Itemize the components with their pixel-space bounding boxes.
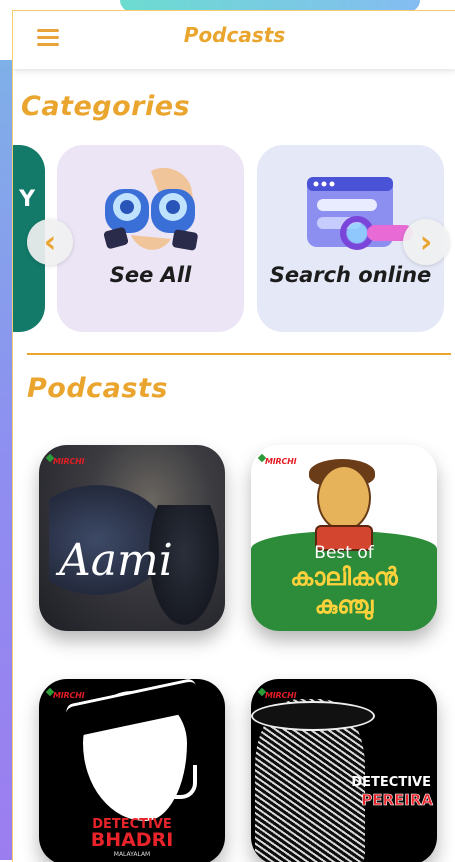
page-title: Podcasts [183, 23, 286, 47]
podcast-card-detective-bhadri[interactable]: MIRCHI DETECTIVE BHADRI MALAYALAM [39, 679, 225, 862]
podcast-card-kaalikan-kunju[interactable]: MIRCHI Best of കാലികൻ കുഞ്ചു [251, 445, 437, 631]
pipe-icon [159, 765, 197, 799]
mirchi-logo: MIRCHI [53, 691, 85, 700]
podcast-language: MALAYALAM [113, 851, 151, 858]
character-illustration [317, 465, 371, 531]
podcast-title: PEREIRA [361, 791, 433, 810]
app-frame: Podcasts Categories Y See All Search onl… [12, 10, 455, 862]
mirchi-logo: MIRCHI [265, 457, 297, 466]
mirchi-logo: MIRCHI [53, 457, 85, 466]
app-bar: Podcasts [13, 11, 455, 69]
podcast-title: Aami [59, 535, 173, 586]
podcast-title: കാലികൻ കുഞ്ചു [290, 563, 398, 619]
categories-carousel[interactable]: Y See All Search online ‹ › [13, 145, 455, 335]
podcast-card-detective-pereira[interactable]: MIRCHI DETECTIVE PEREIRA [251, 679, 437, 862]
podcast-subtitle: Best of [314, 543, 374, 563]
category-card-partial-label: Y [19, 187, 35, 212]
mirchi-logo: MIRCHI [265, 691, 297, 700]
binoculars-icon [103, 167, 198, 251]
categories-heading: Categories [21, 91, 191, 122]
podcasts-heading: Podcasts [27, 373, 168, 404]
category-card-see-all[interactable]: See All [57, 145, 244, 332]
podcast-card-aami[interactable]: MIRCHI Aami [39, 445, 225, 631]
category-label-search-online: Search online [269, 263, 432, 287]
section-divider [27, 353, 451, 355]
chevron-right-icon: › [419, 224, 433, 260]
carousel-prev-button[interactable]: ‹ [27, 219, 73, 265]
podcast-subtitle: DETECTIVE [351, 775, 431, 790]
podcast-title: BHADRI [90, 829, 174, 851]
category-label-see-all: See All [109, 263, 192, 287]
chevron-left-icon: ‹ [43, 224, 57, 260]
search-browser-icon [307, 177, 413, 250]
carousel-next-button[interactable]: › [403, 219, 449, 265]
